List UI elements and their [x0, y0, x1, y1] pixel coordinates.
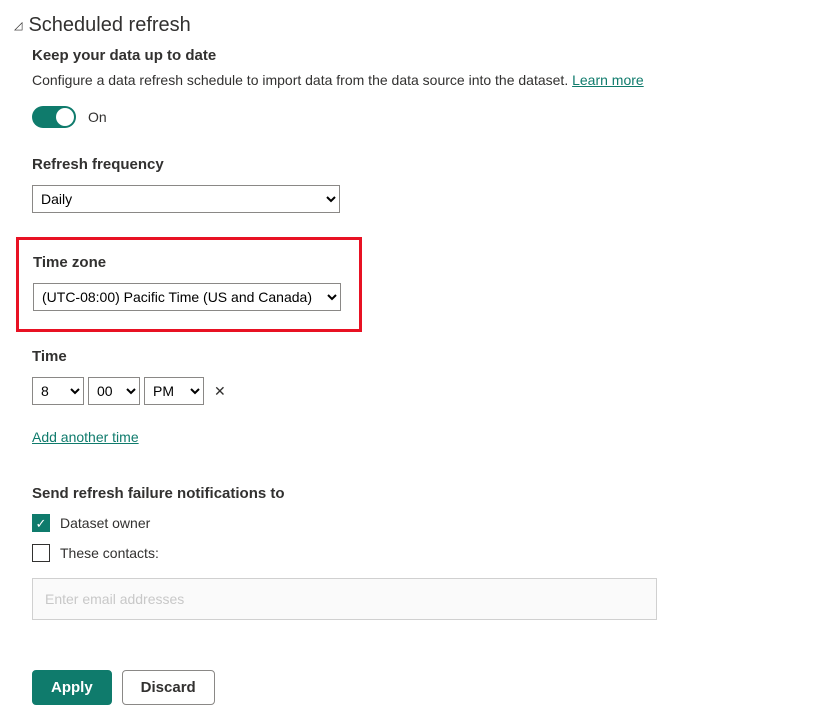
time-block: Time 8 00 PM ✕: [32, 348, 801, 405]
button-row: Apply Discard: [32, 670, 801, 705]
frequency-select[interactable]: Daily: [32, 185, 340, 213]
learn-more-link[interactable]: Learn more: [572, 72, 644, 88]
contacts-checkbox-row: These contacts:: [32, 544, 801, 562]
timezone-highlight: Time zone (UTC-08:00) Pacific Time (US a…: [16, 237, 362, 332]
apply-button[interactable]: Apply: [32, 670, 112, 705]
time-label: Time: [32, 348, 801, 365]
hour-select[interactable]: 8: [32, 377, 84, 405]
subtitle: Keep your data up to date: [32, 47, 801, 64]
owner-checkbox[interactable]: ✓: [32, 514, 50, 532]
timezone-label: Time zone: [33, 254, 345, 271]
notifications-label: Send refresh failure notifications to: [32, 485, 801, 502]
toggle-row: On: [32, 106, 801, 128]
contacts-checkbox-label: These contacts:: [60, 545, 159, 561]
description: Configure a data refresh schedule to imp…: [32, 72, 801, 88]
time-row: 8 00 PM ✕: [32, 377, 801, 405]
contacts-checkbox[interactable]: [32, 544, 50, 562]
refresh-toggle[interactable]: [32, 106, 76, 128]
owner-checkbox-label: Dataset owner: [60, 515, 150, 531]
toggle-label: On: [88, 109, 107, 125]
ampm-select[interactable]: PM: [144, 377, 204, 405]
add-time-row: Add another time: [32, 429, 801, 445]
remove-time-icon[interactable]: ✕: [214, 383, 226, 400]
toggle-knob: [56, 108, 74, 126]
add-time-link[interactable]: Add another time: [32, 429, 139, 445]
section-title: Scheduled refresh: [28, 14, 190, 37]
frequency-block: Refresh frequency Daily: [32, 156, 801, 213]
discard-button[interactable]: Discard: [122, 670, 215, 705]
collapse-caret-icon: ◿: [14, 19, 22, 32]
frequency-label: Refresh frequency: [32, 156, 801, 173]
owner-checkbox-row: ✓ Dataset owner: [32, 514, 801, 532]
notifications-block: Send refresh failure notifications to ✓ …: [32, 485, 801, 646]
section-header[interactable]: ◿ Scheduled refresh: [14, 14, 801, 37]
section-body: Keep your data up to date Configure a da…: [14, 47, 801, 705]
email-input[interactable]: [32, 578, 657, 620]
timezone-select[interactable]: (UTC-08:00) Pacific Time (US and Canada): [33, 283, 341, 311]
description-text: Configure a data refresh schedule to imp…: [32, 72, 572, 88]
minute-select[interactable]: 00: [88, 377, 140, 405]
checkmark-icon: ✓: [36, 517, 47, 530]
